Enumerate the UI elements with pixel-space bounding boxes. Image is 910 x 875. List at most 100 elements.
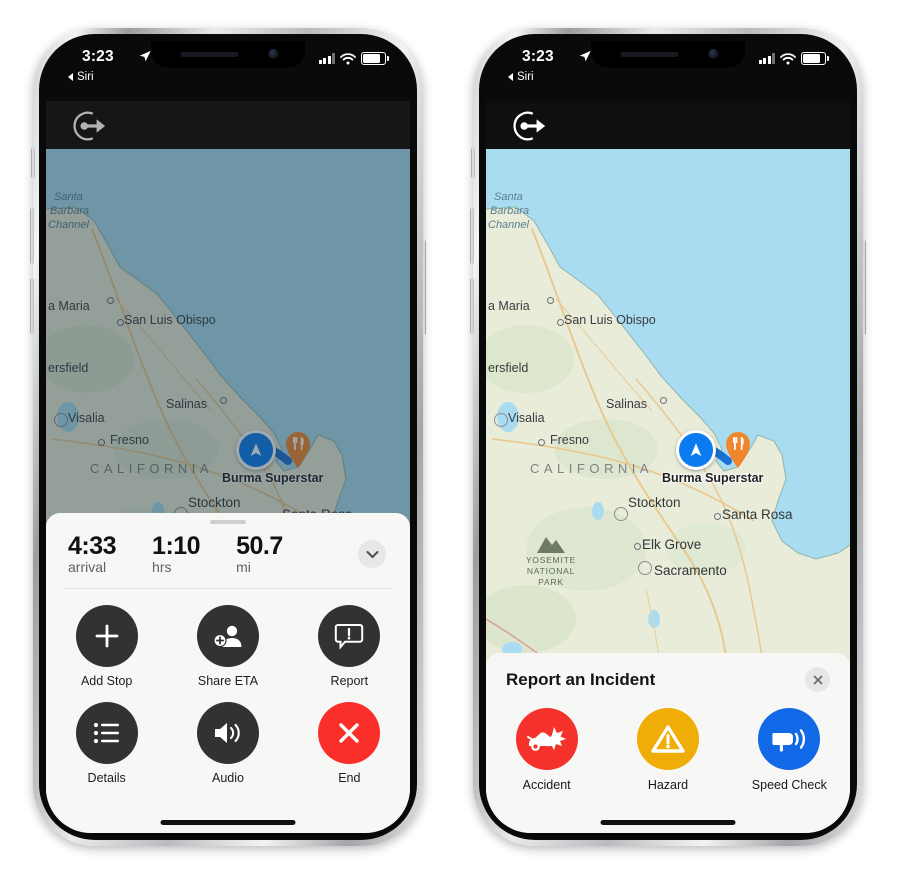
eta-duration: 1:10 hrs (152, 533, 201, 576)
power-button[interactable] (422, 240, 426, 335)
screen-right: Santa Barbara Channel a Maria San Luis O… (486, 41, 850, 833)
incident-title: Report an Incident (506, 669, 656, 689)
map-label-water: Barbara (50, 205, 90, 217)
map-highway-shield (494, 413, 508, 427)
report-accident-button[interactable]: Accident (492, 708, 602, 792)
navigation-arrow-puck-icon (676, 430, 716, 470)
screen-left: Santa Barbara Channel a Maria San Luis O… (46, 41, 410, 833)
park-label: YOSEMITE NATIONAL PARK (522, 555, 580, 588)
map-label-water: Santa (54, 191, 83, 203)
eta-arrival: 4:33 arrival (68, 532, 117, 576)
map-label-city: ersfield (488, 361, 529, 375)
list-icon (75, 702, 138, 764)
map-city-dot (117, 319, 124, 326)
collapse-panel-button[interactable] (358, 540, 386, 568)
navigation-arrow-puck-icon (236, 430, 276, 470)
eta-arrival-value: 4:33 (68, 532, 117, 560)
eta-actions-row-1: Add Stop Share ETA Report (46, 605, 410, 688)
restaurant-pin-icon[interactable] (282, 429, 314, 469)
accident-label: Accident (522, 778, 571, 792)
screenshot-stage: Santa Barbara Channel a Maria San Luis O… (0, 0, 910, 875)
status-time: 3:23 (522, 48, 554, 65)
volume-down-button[interactable] (30, 278, 34, 334)
map-city-dot (220, 397, 227, 404)
earpiece-speaker (620, 52, 679, 57)
map-city-dot (547, 297, 554, 304)
map-label-water: Channel (488, 219, 529, 231)
speed-camera-icon (758, 708, 821, 770)
eta-actions-row-2: Details Audio End (46, 702, 410, 785)
chevron-down-icon (366, 550, 378, 558)
close-incident-button[interactable] (805, 667, 830, 692)
map-label-water: Santa (494, 191, 523, 203)
device-notch (150, 41, 306, 68)
audio-label: Audio (211, 771, 244, 785)
status-indicators (318, 52, 389, 65)
map-highway-shield (54, 413, 68, 427)
map-city-dot (107, 297, 114, 304)
map-label-city: Sacramento (654, 563, 727, 578)
volume-up-button[interactable] (30, 208, 34, 264)
map-label-city: Fresno (550, 433, 589, 447)
map-label-city: a Maria (488, 299, 530, 313)
exit-navigation-icon[interactable] (510, 107, 548, 145)
map-label-city: San Luis Obispo (124, 313, 216, 327)
report-speed-check-button[interactable]: Speed Check (734, 708, 844, 792)
car-crash-icon (515, 708, 578, 770)
home-indicator[interactable] (600, 820, 736, 825)
volume-down-button[interactable] (470, 278, 474, 334)
map-label-city: Salinas (606, 397, 647, 411)
map-highway-shield (614, 507, 628, 521)
mute-switch-button[interactable] (31, 148, 35, 178)
map-label-city: San Luis Obispo (564, 313, 656, 327)
eta-distance: 50.7 mi (236, 532, 283, 576)
add-stop-button[interactable]: Add Stop (57, 605, 157, 688)
map-label-state: CALIFORNIA (530, 461, 654, 476)
map-label-city: Visalia (508, 411, 545, 425)
exit-navigation-icon[interactable] (70, 107, 108, 145)
speed-check-label: Speed Check (751, 778, 827, 792)
hazard-label: Hazard (647, 778, 689, 792)
siri-back-button[interactable]: Siri (508, 71, 534, 83)
report-hazard-button[interactable]: Hazard (613, 708, 723, 792)
eta-panel[interactable]: 4:33 arrival 1:10 hrs 50.7 mi Add Stop S… (46, 513, 410, 833)
power-button[interactable] (862, 240, 866, 335)
mute-switch-button[interactable] (471, 148, 475, 178)
share-eta-icon (196, 605, 259, 667)
report-bubble-icon (318, 605, 381, 667)
destination-label: Burma Superstar (662, 471, 764, 485)
restaurant-pin-icon[interactable] (722, 429, 754, 469)
incident-header: Report an Incident (486, 653, 850, 694)
battery-icon (801, 52, 829, 65)
eta-distance-value: 50.7 (236, 532, 283, 560)
map-label-city: Santa Rosa (722, 507, 793, 522)
wifi-icon (340, 52, 356, 64)
front-camera-icon (708, 49, 719, 59)
back-triangle-icon (68, 73, 73, 81)
report-button[interactable]: Report (299, 605, 399, 688)
details-label: Details (87, 771, 126, 785)
map-city-dot (634, 543, 641, 550)
audio-button[interactable]: Audio (178, 702, 278, 785)
volume-up-button[interactable] (470, 208, 474, 264)
home-indicator[interactable] (160, 820, 296, 825)
wifi-icon (780, 52, 796, 64)
incident-options-row: Accident Hazard Speed Check (486, 694, 850, 796)
siri-back-button[interactable]: Siri (68, 71, 94, 83)
status-time: 3:23 (82, 48, 114, 65)
map-city-dot (714, 513, 721, 520)
navigation-header-left (46, 101, 410, 149)
battery-icon (361, 52, 389, 65)
map-label-city: Elk Grove (642, 537, 702, 552)
share-eta-button[interactable]: Share ETA (178, 605, 278, 688)
incident-panel[interactable]: Report an Incident Accident Hazard Speed… (486, 653, 850, 833)
details-button[interactable]: Details (57, 702, 157, 785)
eta-distance-caption: mi (236, 559, 251, 575)
mountain-icon (537, 537, 565, 553)
map-label-city: ersfield (48, 361, 89, 375)
eta-actions-grid: Add Stop Share ETA Report Details Audio … (46, 589, 410, 807)
end-navigation-button[interactable]: End (299, 702, 399, 785)
eta-duration-caption: hrs (152, 559, 172, 575)
cellular-signal-icon (758, 53, 775, 64)
cellular-signal-icon (318, 53, 335, 64)
